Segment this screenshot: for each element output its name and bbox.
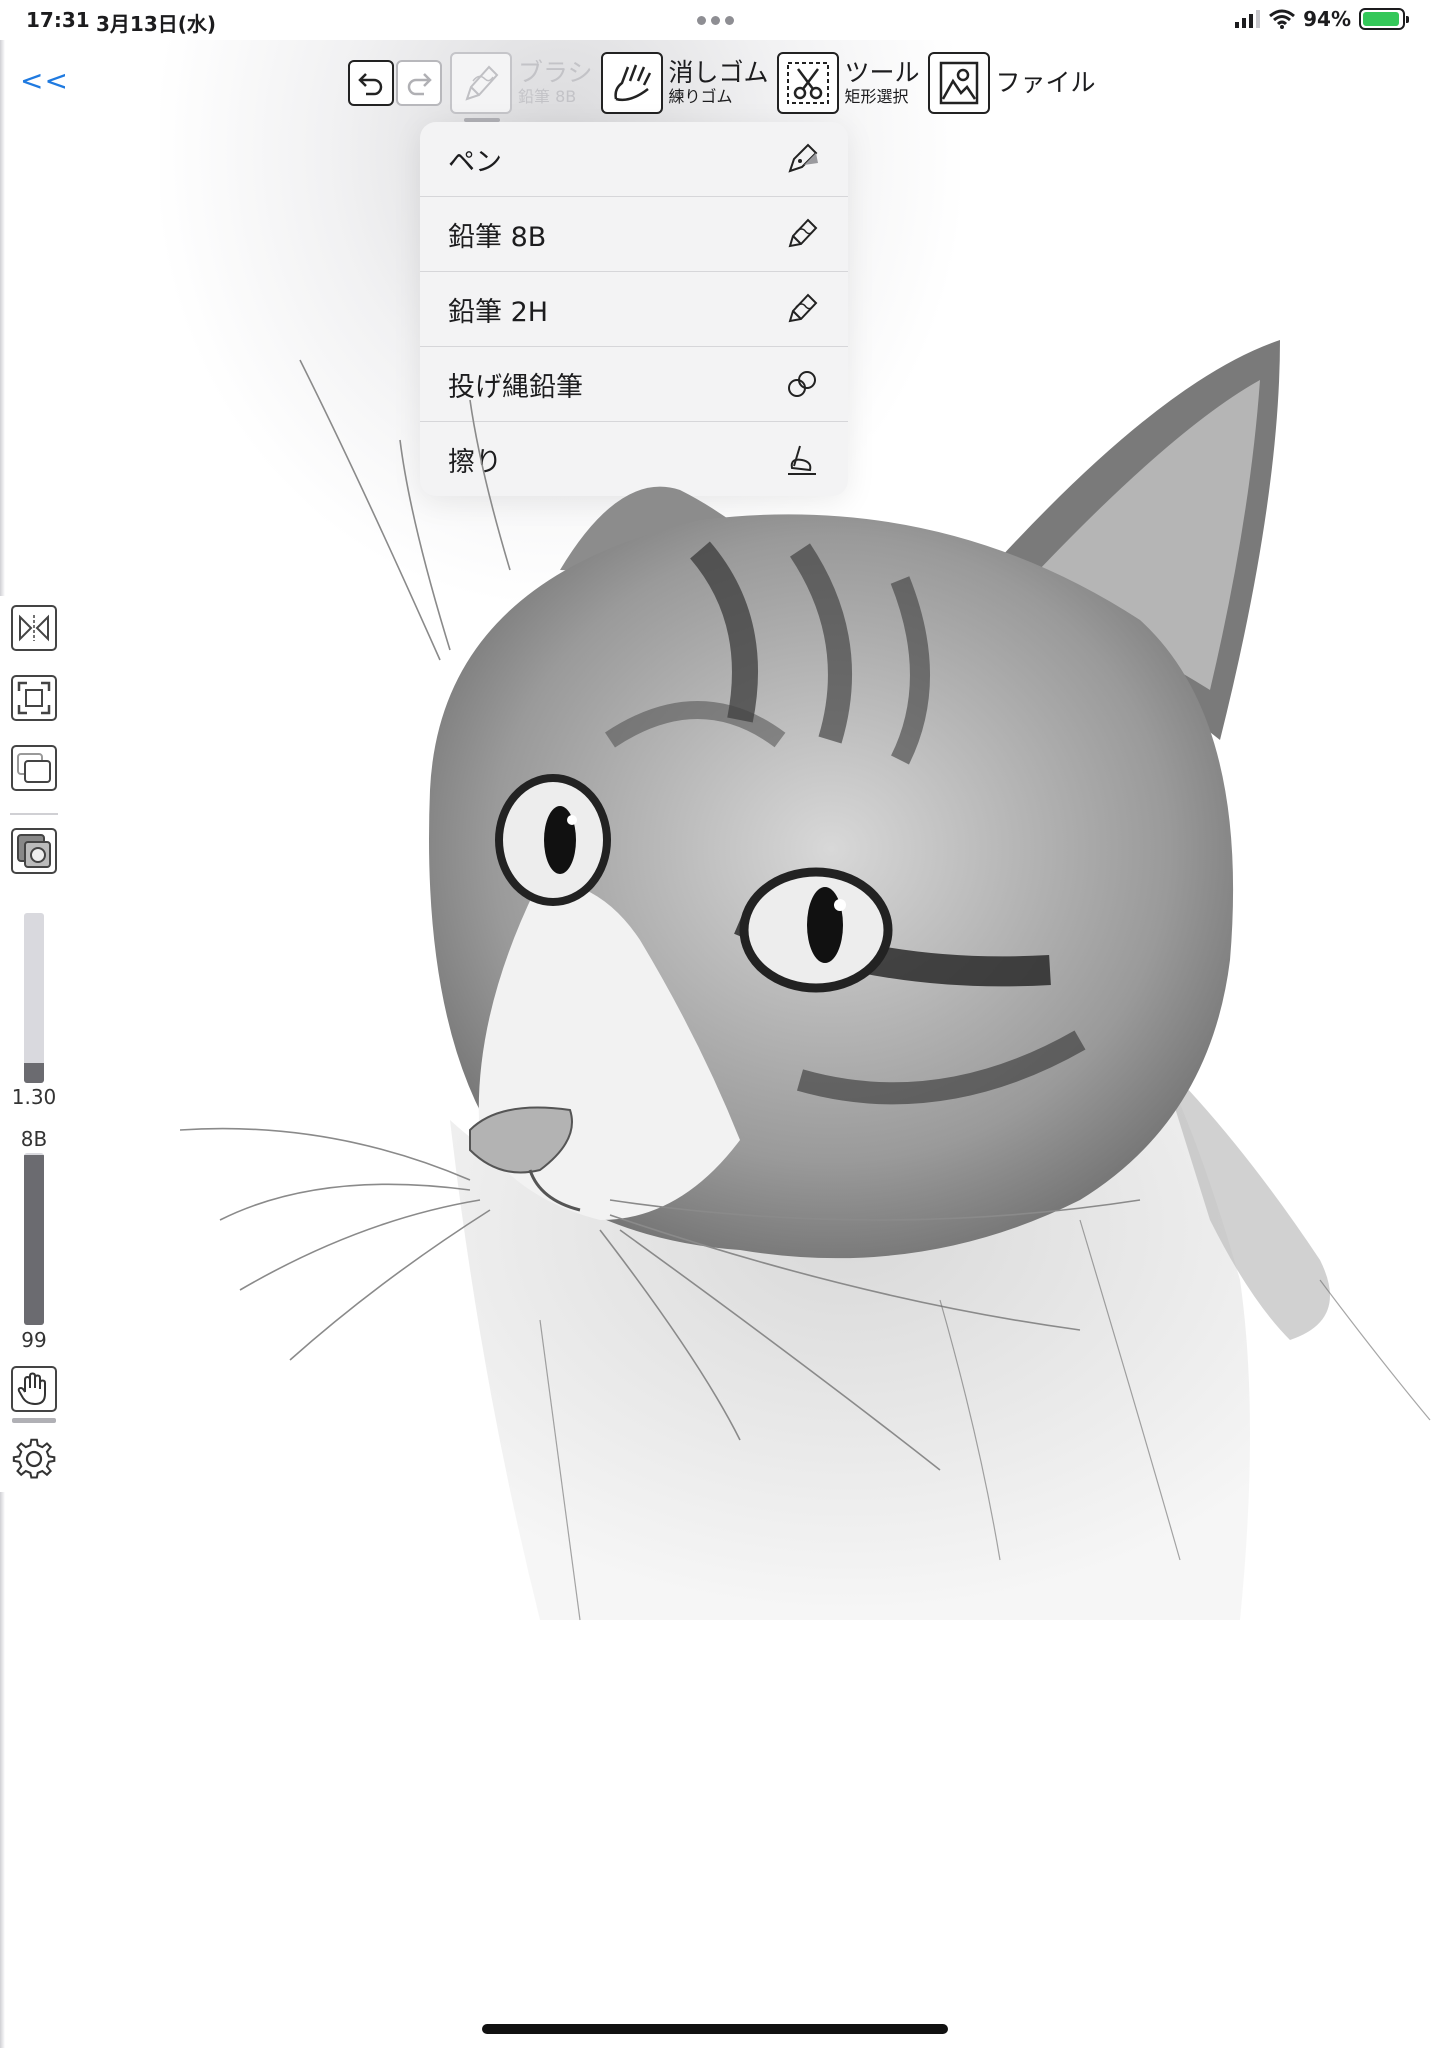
flip-horizontal-button[interactable] [11,605,57,651]
brush-size-slider-fill [24,1062,44,1083]
file-icon-box [927,52,990,114]
status-indicators: 94% [1235,7,1409,31]
brush-opacity-slider-fill [24,1154,44,1325]
brush-opacity-slider[interactable] [24,1153,44,1325]
file-image-icon [939,61,978,105]
hand-icon [17,1372,46,1406]
pencil-icon [465,65,499,101]
settings-button[interactable] [11,1436,57,1482]
home-indicator[interactable] [482,2024,948,2034]
fit-screen-button[interactable] [11,675,57,721]
gear-icon [12,1438,56,1479]
brush-size-slider[interactable] [24,913,44,1083]
brush-tool-sub: 鉛筆 8B [518,87,577,106]
brush-tool-label: ブラシ [518,58,593,87]
brush-hardness-label: 8B [20,1127,48,1151]
status-date: 3月13日(水) [96,12,217,36]
file-text: ファイル [996,69,1096,97]
side-divider [10,813,58,815]
undo-icon [358,73,383,96]
brush-tool-icon [450,52,512,122]
scissors-selection-icon [786,62,829,104]
eraser-tool-label: 消しゴム [668,58,769,87]
brush-tool-button[interactable]: ブラシ 鉛筆 8B [450,52,593,122]
kneaded-eraser-icon [613,64,651,102]
hand-tool-button[interactable] [11,1366,57,1412]
wifi-icon [1269,9,1296,29]
redo-icon [407,73,432,96]
flip-horizontal-icon [19,614,49,642]
eraser-tool-sub: 練りゴム [668,87,733,106]
battery-icon [1359,8,1409,30]
selection-tool-icon [776,52,839,114]
brush-tool-text: ブラシ 鉛筆 8B [518,59,593,107]
back-button[interactable]: << [20,64,69,97]
menu-item-pen[interactable]: ペン [420,122,848,197]
battery-fill [1363,12,1399,26]
toolbar: ブラシ 鉛筆 8B 消しゴム 練りゴム ツール 矩形選択 ファイル [348,50,1096,122]
pen-nib-icon [782,139,822,179]
brush-size-value: 1.30 [11,1085,57,1109]
layers-button[interactable] [11,745,57,791]
undo-button[interactable] [348,60,394,106]
menu-item-label: 鉛筆 8B [448,221,547,253]
file-label: ファイル [995,68,1096,97]
canvas-drawing[interactable] [180,320,1431,1700]
layer-preview-button[interactable] [11,828,57,874]
multitask-dots-icon[interactable] [697,16,734,25]
status-bar: 17:31 3月13日(水) 94% [0,0,1431,40]
layer-preview-icon [17,834,51,868]
eraser-tool-text: 消しゴム 練りゴム [669,59,769,107]
selection-tool-label: ツール [844,58,920,87]
eraser-tool-button[interactable]: 消しゴム 練りゴム [600,52,769,114]
battery-percent: 94% [1303,7,1351,31]
file-button[interactable]: ファイル [927,52,1096,114]
brush-opacity-value: 99 [21,1328,47,1352]
redo-button[interactable] [396,60,442,106]
menu-item-pencil-8b[interactable]: 鉛筆 8B [420,197,848,272]
fit-screen-icon [17,681,51,715]
cellular-signal-icon [1235,10,1261,28]
pencil-icon [782,214,822,254]
menu-item-label: ペン [448,146,502,178]
eraser-tool-icon [600,52,663,114]
hand-tool-active-indicator [12,1418,56,1423]
selection-tool-sub: 矩形選択 [844,87,909,106]
selection-tool-button[interactable]: ツール 矩形選択 [776,52,920,114]
layers-icon [17,753,51,783]
selection-tool-text: ツール 矩形選択 [845,59,920,107]
status-time: 17:31 [26,8,90,32]
